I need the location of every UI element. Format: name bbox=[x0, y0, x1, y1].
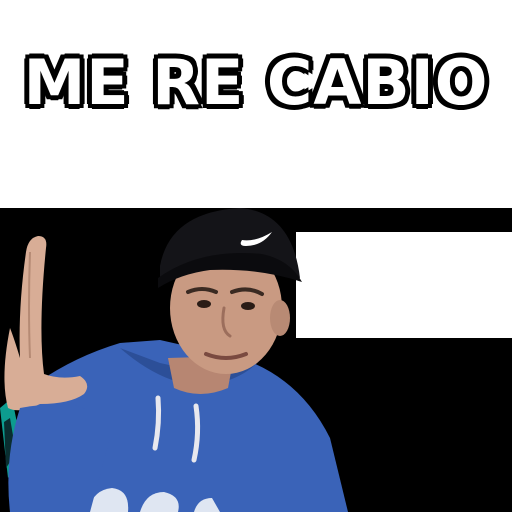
ear bbox=[270, 300, 290, 336]
person-photo-illustration bbox=[0, 208, 512, 512]
sticker-photo bbox=[0, 208, 512, 512]
hand-crease bbox=[28, 251, 31, 359]
eye-left bbox=[197, 300, 211, 308]
sticker-canvas: ME RE CABIO bbox=[0, 0, 512, 512]
sticker-caption: ME RE CABIO bbox=[23, 46, 489, 119]
eye-right bbox=[241, 302, 255, 310]
white-patch bbox=[296, 232, 512, 338]
